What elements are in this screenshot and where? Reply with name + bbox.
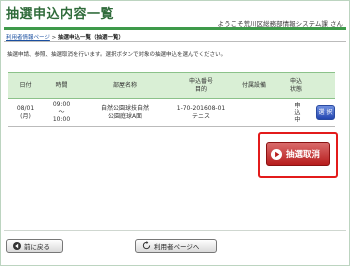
table-row: 08/01 (月) 09:00 ～ 10:00 自然公園球技自然 公園庭球A面 … [8, 99, 335, 127]
back-button-label: 前に戻る [24, 243, 50, 251]
play-icon [271, 148, 282, 160]
cell-time: 09:00 ～ 10:00 [52, 100, 71, 124]
status-text: 申込中 [292, 102, 300, 123]
back-button[interactable]: 前に戻る [6, 239, 63, 253]
cancel-highlight-box: 抽選取消 [258, 132, 338, 178]
header-date: 日付 [19, 81, 32, 89]
cancel-lottery-button[interactable]: 抽選取消 [266, 142, 330, 166]
back-arrow-icon [13, 242, 21, 250]
cell-room: 自然公園球技自然 公園庭球A面 [100, 104, 149, 120]
window-frame: 抽選申込内容一覧 ようこそ荒川区総務部情報システム課 さん 利用者情報ページ >… [0, 0, 350, 266]
cell-number-purpose: 1-70-201608-01 テニス [176, 104, 226, 120]
header-status: 申込 状態 [289, 77, 302, 93]
cell-select: 選 択 [316, 99, 335, 126]
header-time: 時間 [55, 81, 68, 89]
page-title: 抽選申込内容一覧 [6, 7, 115, 22]
breadcrumb-divider [4, 41, 346, 42]
user-page-button[interactable]: 利用者ページへ [135, 239, 217, 253]
footer-divider [4, 230, 346, 231]
header-room: 部屋名称 [112, 81, 137, 89]
instructions-text: 抽選申請、参照、抽選取消を行います。選択ボタンで対象の抽選申込を選んでください。 [7, 52, 227, 58]
refresh-arrow-icon [142, 240, 151, 252]
cell-status: 申込中 [276, 99, 316, 126]
select-button[interactable]: 選 択 [316, 105, 335, 120]
cell-equipment [232, 99, 276, 126]
header-equipment: 付属設備 [241, 81, 266, 89]
table-header: 日付 時間 部屋名称 申込番号 目的 付属設備 申込 状態 [8, 72, 335, 99]
lottery-table: 日付 時間 部屋名称 申込番号 目的 付属設備 申込 状態 08/01 (月) … [8, 72, 335, 127]
title-rule [4, 27, 346, 30]
cell-date: 08/01 (月) [16, 104, 35, 120]
header-select [316, 73, 335, 98]
user-page-button-label: 利用者ページへ [154, 243, 200, 251]
breadcrumb: 利用者情報ページ > 抽選申込一覧（抽選一覧） [6, 33, 124, 41]
cancel-lottery-label: 抽選取消 [286, 150, 321, 160]
header-number-purpose: 申込番号 目的 [188, 77, 213, 93]
